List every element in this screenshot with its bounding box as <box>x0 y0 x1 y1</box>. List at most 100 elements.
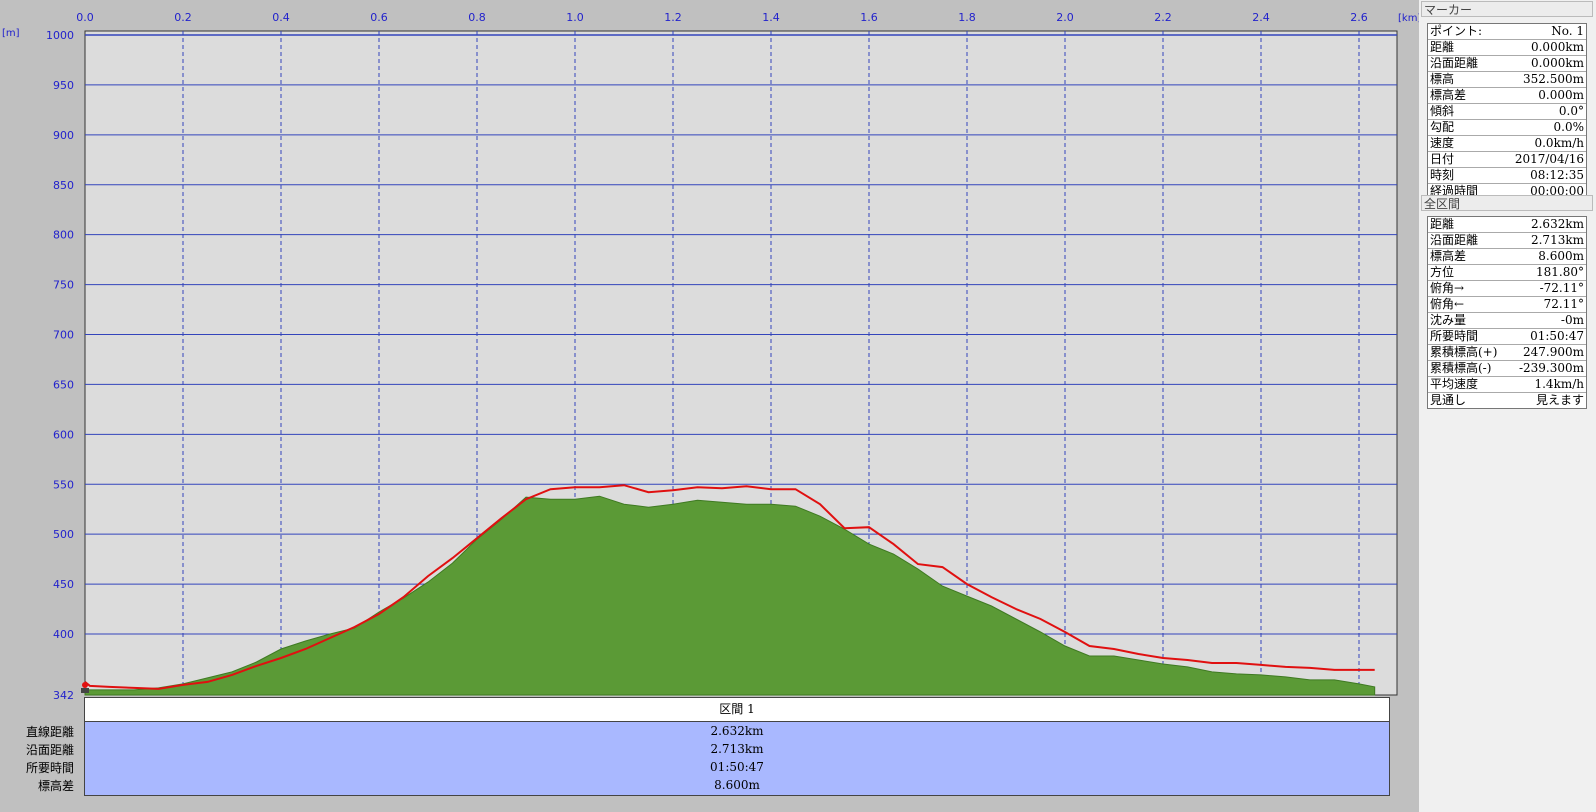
panel-value: 01:50:47 <box>1530 329 1584 343</box>
section-values: 2.632km 2.713km 01:50:47 8.600m <box>84 722 1390 796</box>
panel-key: 沿面距離 <box>1430 233 1479 247</box>
panel-row: 累積標高(+) 247.900m <box>1428 345 1586 361</box>
panel-key: 沈み量 <box>1430 313 1467 327</box>
panel-key: 方位 <box>1430 265 1455 279</box>
panel-value: 0.000m <box>1538 88 1584 102</box>
panel-row: 沈み量 -0m <box>1428 313 1586 329</box>
panel-value: 2017/04/16 <box>1514 152 1584 166</box>
x-tick-label: 1.2 <box>664 11 682 24</box>
panel-value: 0.0km/h <box>1534 136 1584 150</box>
panel-key: 距離 <box>1430 217 1455 231</box>
y-tick-label: 550 <box>53 478 74 491</box>
panel-value: 0.000km <box>1530 40 1584 54</box>
panel-value: 247.900m <box>1522 345 1584 359</box>
section-value: 01:50:47 <box>710 760 764 774</box>
panel-key: 標高差 <box>1430 88 1467 102</box>
panel-row: 標高 352.500m <box>1428 72 1586 88</box>
panel-key: 所要時間 <box>1430 329 1479 343</box>
section-label: 標高差 <box>37 779 74 793</box>
panel-row: 見通し 見えます <box>1428 393 1586 408</box>
section-value: 8.600m <box>714 778 760 792</box>
y-tick-label: 1000 <box>46 29 74 42</box>
y-tick-label: 750 <box>53 279 74 292</box>
y-tick-label: 600 <box>53 428 74 441</box>
panel-key: 速度 <box>1430 136 1455 150</box>
panel-key: 沿面距離 <box>1430 56 1479 70</box>
panel-value: 72.11° <box>1543 297 1584 311</box>
y-tick-label: 800 <box>53 229 74 242</box>
y-tick-label: 650 <box>53 378 74 391</box>
y-tick-label: 900 <box>53 129 74 142</box>
panel-row: 傾斜 0.0° <box>1428 104 1586 120</box>
panel-key: 俯角← <box>1430 297 1465 311</box>
panel-key: 累積標高(+) <box>1430 345 1498 359</box>
all-sections-table: 距離 2.632km 沿面距離 2.713km 標高差 8.600m 方位 181.80° 俯角… <box>1427 216 1587 409</box>
panel-row: 標高差 8.600m <box>1428 249 1586 265</box>
y-tick-label: 500 <box>53 528 74 541</box>
panel-value: 1.4km/h <box>1534 377 1584 391</box>
panel-value: 08:12:35 <box>1530 168 1584 182</box>
panel-row: ポイント: No. 1 <box>1428 24 1586 40</box>
panel-value: -72.11° <box>1539 281 1584 295</box>
section-label: 直線距離 <box>25 725 74 739</box>
x-axis-ticks: 0.0 0.2 0.4 0.6 0.8 1.0 1.2 1.4 1.6 1.8 2.0 2.2 2.4 2… <box>76 11 1368 24</box>
panel-row: 標高差 0.000m <box>1428 88 1586 104</box>
panel-row: 平均速度 1.4km/h <box>1428 377 1586 393</box>
panel-key: 累積標高(-) <box>1430 361 1492 375</box>
all-sections-header[interactable]: 全区間 <box>1421 195 1593 211</box>
panel-key: 見通し <box>1430 393 1467 407</box>
section-label: 沿面距離 <box>25 743 74 757</box>
panel-value: 8.600m <box>1538 249 1584 263</box>
panel-row: 日付 2017/04/16 <box>1428 152 1586 168</box>
x-tick-label: 2.4 <box>1252 11 1270 24</box>
info-panel: マーカー ポイント: No. 1 距離 0.000km 沿面距離 0.000km 標高 352… <box>1419 0 1596 812</box>
panel-value: 見えます <box>1535 393 1584 407</box>
panel-key: 時刻 <box>1430 168 1455 182</box>
x-tick-label: 1.8 <box>958 11 976 24</box>
x-tick-label: 2.6 <box>1350 11 1368 24</box>
panel-row: 累積標高(-) -239.300m <box>1428 361 1586 377</box>
y-tick-label: 450 <box>53 578 74 591</box>
panel-key: 平均速度 <box>1430 377 1479 391</box>
panel-value: 0.0% <box>1553 120 1585 134</box>
section-value: 2.713km <box>710 742 764 756</box>
x-tick-label: 0.0 <box>76 11 94 24</box>
panel-key: ポイント: <box>1430 24 1483 38</box>
x-tick-label: 0.4 <box>272 11 290 24</box>
y-axis-ticks: 1000 950 900 850 800 750 700 650 600 550 500 450 400… <box>46 29 74 700</box>
panel-row: 速度 0.0km/h <box>1428 136 1586 152</box>
section-header[interactable]: 区間 1 <box>84 697 1390 722</box>
y-tick-label: 850 <box>53 179 74 192</box>
panel-value: 2.713km <box>1530 233 1584 247</box>
panel-row: 距離 0.000km <box>1428 40 1586 56</box>
panel-key: 日付 <box>1430 152 1455 166</box>
panel-row: 時刻 08:12:35 <box>1428 168 1586 184</box>
panel-row: 勾配 0.0% <box>1428 120 1586 136</box>
panel-value: 352.500m <box>1522 72 1584 86</box>
x-tick-label: 1.4 <box>762 11 780 24</box>
marker-header[interactable]: マーカー <box>1421 1 1593 17</box>
y-tick-label: 700 <box>53 329 74 342</box>
x-tick-label: 0.2 <box>174 11 192 24</box>
panel-row: 俯角→ -72.11° <box>1428 281 1586 297</box>
panel-key: 標高差 <box>1430 249 1467 263</box>
panel-value: 181.80° <box>1536 265 1584 279</box>
panel-value: 0.0° <box>1558 104 1584 118</box>
y-tick-label: 400 <box>53 628 74 641</box>
panel-value: -239.300m <box>1518 361 1584 375</box>
panel-key: 標高 <box>1430 72 1455 86</box>
y-tick-label: 950 <box>53 79 74 92</box>
y-unit-label: [m] <box>2 28 20 39</box>
x-tick-label: 0.8 <box>468 11 486 24</box>
panel-key: 勾配 <box>1430 120 1455 134</box>
panel-value: 2.632km <box>1530 217 1584 231</box>
marker-table: ポイント: No. 1 距離 0.000km 沿面距離 0.000km 標高 352.500m… <box>1427 23 1587 200</box>
x-tick-label: 1.0 <box>566 11 584 24</box>
panel-row: 俯角← 72.11° <box>1428 297 1586 313</box>
y-tick-label: 342 <box>53 689 74 700</box>
x-tick-label: 2.0 <box>1056 11 1074 24</box>
elevation-profile-chart[interactable]: 0.0 0.2 0.4 0.6 0.8 1.0 1.2 1.4 1.6 1.8 2.0 2.2 2.4 2… <box>0 0 1419 700</box>
panel-value: 0.000km <box>1530 56 1584 70</box>
x-tick-label: 2.2 <box>1154 11 1172 24</box>
x-tick-label: 0.6 <box>370 11 388 24</box>
